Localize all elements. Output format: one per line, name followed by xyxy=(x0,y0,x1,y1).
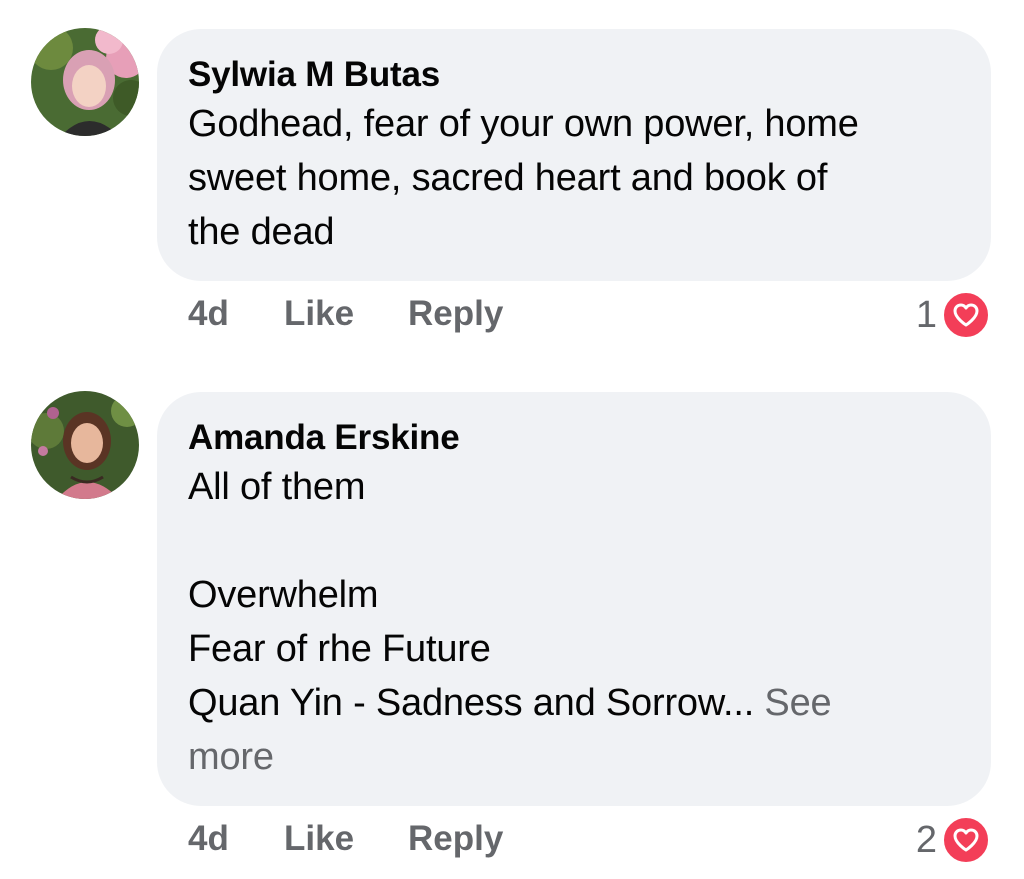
reaction-summary[interactable]: 2 xyxy=(916,815,991,865)
heart-icon xyxy=(941,290,991,340)
comment-text: All of them Overwhelm Fear of rhe Future… xyxy=(188,460,961,784)
avatar[interactable] xyxy=(31,28,139,136)
comment-author[interactable]: Amanda Erskine xyxy=(188,416,961,460)
comment-text: Godhead, fear of your own power, home sw… xyxy=(188,97,961,259)
reaction-count: 2 xyxy=(915,818,937,861)
reaction-summary[interactable]: 1 xyxy=(916,290,991,340)
comment-actions: 4d Like Reply 1 xyxy=(188,290,991,344)
comment-text-line: sweet home, sacred heart and book of xyxy=(188,157,828,199)
see-more-link[interactable]: See xyxy=(764,682,831,724)
reply-button[interactable]: Reply xyxy=(408,819,503,859)
comment-timestamp[interactable]: 4d xyxy=(188,819,229,859)
avatar[interactable] xyxy=(31,391,139,499)
like-button[interactable]: Like xyxy=(284,819,354,859)
see-more-link-continued[interactable]: more xyxy=(188,730,961,784)
reply-button[interactable]: Reply xyxy=(408,294,503,334)
comment-bubble: Sylwia M Butas Godhead, fear of your own… xyxy=(157,29,991,281)
comment-actions: 4d Like Reply 2 xyxy=(188,815,991,869)
comment-timestamp[interactable]: 4d xyxy=(188,294,229,334)
comment-text-line: the dead xyxy=(188,211,335,253)
like-button[interactable]: Like xyxy=(284,294,354,334)
heart-icon xyxy=(941,815,991,865)
comment-text-line: All of them xyxy=(188,466,366,508)
comment-text-blank-line xyxy=(188,514,961,568)
reaction-count: 1 xyxy=(915,293,937,336)
comment-text-line: Fear of rhe Future xyxy=(188,628,491,670)
comment-bubble: Amanda Erskine All of them Overwhelm Fea… xyxy=(157,392,991,806)
comment-text-line: Overwhelm xyxy=(188,574,379,616)
comment-text-line: Quan Yin - Sadness and Sorrow... See xyxy=(188,676,961,730)
comment-text-line: Godhead, fear of your own power, home xyxy=(188,103,859,145)
comment-author[interactable]: Sylwia M Butas xyxy=(188,53,961,97)
comment-text-segment: Quan Yin - Sadness and Sorrow... xyxy=(188,682,755,724)
